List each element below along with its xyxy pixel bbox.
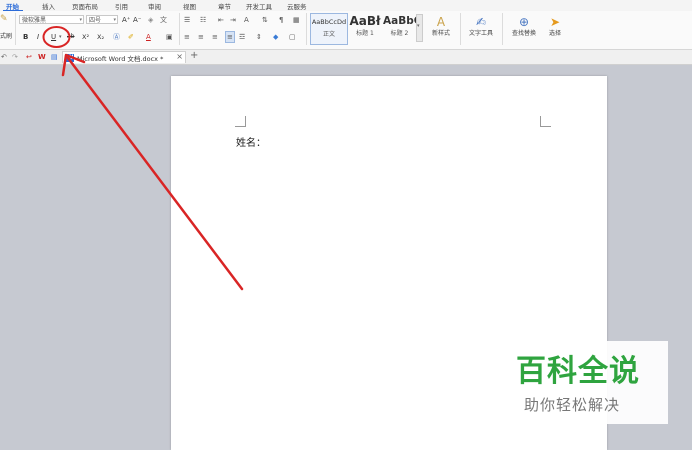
- new-style-button[interactable]: A 新样式: [426, 15, 456, 38]
- superscript-button[interactable]: X²: [82, 32, 89, 42]
- style-label: 标题 2: [390, 30, 409, 37]
- new-tab-button[interactable]: +: [190, 51, 198, 61]
- new-style-icon: A: [436, 15, 446, 29]
- clear-format-icon[interactable]: ◈: [148, 15, 153, 25]
- distribute-icon[interactable]: ☲: [239, 32, 245, 42]
- close-tab-button[interactable]: ×: [176, 52, 183, 61]
- styles-scroll[interactable]: ▾: [416, 14, 423, 42]
- font-name-select[interactable]: 微软雅黑 ▾: [19, 15, 84, 24]
- style-preview: AaBł: [349, 14, 381, 28]
- select-label: 选择: [548, 30, 561, 37]
- format-painter-label: 式刷: [0, 33, 13, 40]
- font-name-value: 微软雅黑: [22, 17, 47, 24]
- format-painter-icon[interactable]: ✎: [0, 14, 8, 24]
- new-style-label: 新样式: [431, 30, 450, 37]
- tab-developer[interactable]: 开发工具: [246, 1, 272, 11]
- undo-icon[interactable]: ↶: [1, 52, 7, 62]
- text-tools-button[interactable]: ✍ 文字工具: [463, 15, 499, 38]
- char-border-icon[interactable]: ▣: [166, 32, 173, 42]
- document-text-line[interactable]: 姓名：: [236, 134, 266, 149]
- italic-button[interactable]: I: [37, 32, 39, 42]
- decrease-indent-icon[interactable]: ⇤: [218, 15, 224, 25]
- phonetic-icon[interactable]: 文: [160, 15, 167, 25]
- watermark-title: 百科全说: [516, 354, 640, 389]
- redo-icon[interactable]: ↷: [12, 52, 18, 62]
- strikethrough-button[interactable]: ab: [67, 32, 75, 42]
- bold-button[interactable]: B: [23, 32, 28, 42]
- style-heading-2[interactable]: AaBbC 标题 2: [383, 13, 416, 43]
- increase-indent-icon[interactable]: ⇥: [230, 15, 236, 25]
- style-preview: AaBbCcDd: [311, 18, 347, 26]
- document-tab-bar: ↶ ↷ ↩ W ▤ W Microsoft Word 文档.docx * × +: [0, 50, 692, 65]
- bullet-list-icon[interactable]: ☰: [184, 15, 190, 25]
- chevron-down-icon: ▾: [113, 17, 116, 23]
- cursor-icon: ➤: [549, 15, 561, 29]
- font-size-select[interactable]: 四号 ▾: [86, 15, 118, 24]
- find-replace-button[interactable]: ⊕ 查找替换: [506, 15, 542, 38]
- show-marks-icon[interactable]: ¶: [279, 15, 283, 25]
- tab-view[interactable]: 视图: [183, 1, 196, 11]
- borders-icon[interactable]: ▢: [289, 32, 296, 42]
- text-tools-label: 文字工具: [468, 30, 493, 37]
- separator: [460, 13, 461, 45]
- style-label: 正文: [322, 31, 335, 38]
- style-normal[interactable]: AaBbCcDd 正文: [310, 13, 348, 45]
- table-icon[interactable]: ▦: [293, 15, 300, 25]
- text-tools-icon: ✍: [475, 15, 487, 29]
- align-left-icon[interactable]: ≡: [184, 32, 190, 42]
- separator: [15, 13, 16, 45]
- tab-references[interactable]: 引用: [115, 1, 128, 11]
- word-doc-icon: W: [66, 54, 74, 62]
- document-tab-title: Microsoft Word 文档.docx *: [77, 55, 164, 63]
- tab-page-layout[interactable]: 页面布局: [72, 1, 98, 11]
- align-right-icon[interactable]: ≡: [212, 32, 218, 42]
- style-label: 标题 1: [356, 30, 374, 37]
- margin-marker-top-left: [235, 116, 246, 127]
- font-color-button[interactable]: A: [146, 32, 151, 42]
- document-tab[interactable]: W Microsoft Word 文档.docx * ×: [62, 51, 186, 63]
- text-effect-icon[interactable]: Ⓐ: [113, 32, 120, 42]
- tab-cloud[interactable]: 云服务: [287, 1, 307, 11]
- tab-review[interactable]: 审阅: [148, 1, 161, 11]
- highlight-icon[interactable]: ✐: [128, 32, 134, 42]
- chevron-down-icon: ▾: [79, 17, 82, 23]
- watermark-subtitle: 助你轻松解决: [524, 396, 621, 414]
- line-spacing-icon[interactable]: ⇕: [256, 32, 262, 42]
- menu-bar: 开始 插入 页面布局 引用 审阅 视图 章节 开发工具 云服务: [0, 0, 692, 11]
- find-replace-label: 查找替换: [511, 30, 536, 37]
- chinese-layout-icon[interactable]: A: [244, 15, 249, 25]
- justify-icon[interactable]: ≡: [225, 31, 235, 43]
- margin-marker-top-right: [540, 116, 551, 127]
- number-list-icon[interactable]: ☷: [200, 15, 206, 25]
- separator: [306, 13, 307, 45]
- sync-icon[interactable]: ↩: [26, 52, 32, 62]
- grow-font-button[interactable]: A⁺: [122, 15, 130, 25]
- font-size-value: 四号: [89, 17, 102, 24]
- chevron-down-icon: ▾: [417, 23, 420, 29]
- separator: [502, 13, 503, 45]
- style-preview: AaBbC: [383, 15, 416, 27]
- subscript-button[interactable]: X₂: [97, 32, 104, 42]
- wps-logo-icon[interactable]: W: [38, 52, 46, 62]
- sort-icon[interactable]: ⇅: [262, 15, 268, 25]
- ribbon: ✎ 式刷 微软雅黑 ▾ 四号 ▾ A⁺ A⁻ ◈ 文 B I U ▾ ab X²…: [0, 11, 692, 50]
- watermark-logo: 百科全说 助你轻松解决: [501, 341, 668, 424]
- style-heading-1[interactable]: AaBł 标题 1: [348, 13, 382, 43]
- separator: [179, 13, 180, 45]
- shading-icon[interactable]: ◆: [273, 32, 278, 42]
- search-icon: ⊕: [518, 15, 530, 29]
- doc-list-icon[interactable]: ▤: [51, 52, 58, 62]
- tab-insert[interactable]: 插入: [42, 1, 55, 11]
- align-center-icon[interactable]: ≡: [198, 32, 204, 42]
- select-button[interactable]: ➤ 选择: [544, 15, 566, 38]
- shrink-font-button[interactable]: A⁻: [133, 15, 141, 25]
- underline-dropdown-icon[interactable]: ▾: [59, 32, 62, 42]
- underline-button[interactable]: U: [51, 32, 56, 42]
- tab-chapter[interactable]: 章节: [218, 1, 231, 11]
